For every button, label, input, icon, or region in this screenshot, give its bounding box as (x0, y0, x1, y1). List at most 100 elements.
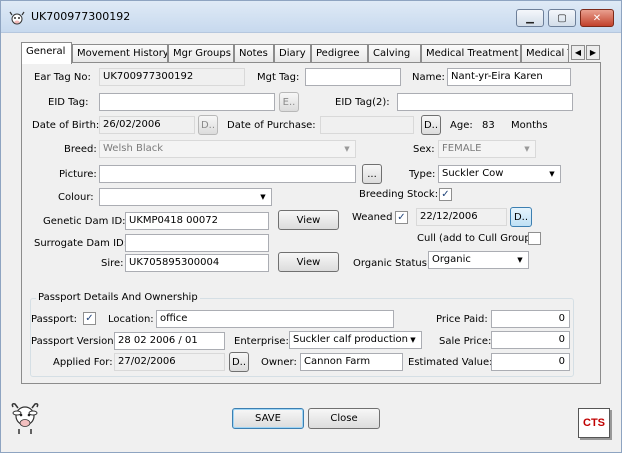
price-paid-input[interactable]: 0 (491, 310, 570, 328)
type-label: Type: (409, 169, 436, 180)
cts-logo: CTS (578, 408, 610, 438)
weaned-date-button[interactable]: D.. (510, 207, 532, 227)
chevron-down-icon: ▼ (549, 170, 555, 178)
close-window-button[interactable]: ✕ (580, 9, 614, 27)
chevron-down-icon: ▼ (344, 145, 350, 153)
enterprise-label: Enterprise: (234, 336, 289, 347)
tab-pedigree[interactable]: Pedigree (311, 44, 368, 63)
sex-label: Sex: (413, 144, 435, 155)
mgt-tag-input[interactable] (305, 68, 401, 86)
tab-notes[interactable]: Notes (234, 44, 274, 63)
window-title: UK700977300192 (31, 10, 131, 23)
sire-input[interactable]: UK705895300004 (125, 254, 269, 272)
colour-select[interactable]: ▼ (99, 188, 272, 206)
breed-select[interactable]: Welsh Black ▼ (99, 140, 356, 158)
ear-tag-label: Ear Tag No: (34, 72, 91, 83)
tab-calving[interactable]: Calving (368, 44, 421, 63)
chevron-down-icon: ▼ (517, 256, 523, 264)
minimize-icon: ▁ (526, 12, 534, 24)
general-panel: Ear Tag No: UK700977300192 Mgt Tag: Name… (21, 62, 601, 384)
applied-for-date-button[interactable]: D.. (229, 352, 249, 372)
weaned-label: Weaned (352, 212, 393, 223)
passport-checkbox[interactable]: ✓ (83, 312, 96, 325)
tab-general[interactable]: General (21, 42, 72, 64)
enterprise-select[interactable]: Suckler calf production ▼ (289, 331, 422, 349)
breed-value: Welsh Black (103, 143, 164, 154)
eid-read-button[interactable]: E.. (279, 92, 299, 112)
passport-version-label: Passport Version: (31, 336, 117, 347)
chevron-down-icon: ▼ (410, 336, 416, 344)
picture-label: Picture: (59, 169, 97, 180)
maximize-button[interactable]: ▢ (548, 9, 576, 27)
picture-browse-button[interactable]: ... (362, 164, 382, 184)
enterprise-value: Suckler calf production (293, 334, 408, 345)
sex-select[interactable]: FEMALE ▼ (438, 140, 536, 158)
organic-status-select[interactable]: Organic ▼ (428, 251, 529, 269)
arrow-left-icon: ◀ (574, 48, 582, 57)
chevron-down-icon: ▼ (524, 145, 530, 153)
type-value: Suckler Cow (442, 168, 504, 179)
title-bar[interactable]: UK700977300192 ▁ ▢ ✕ (1, 1, 621, 33)
passport-group-title: Passport Details And Ownership (36, 292, 200, 303)
save-button[interactable]: SAVE (232, 408, 304, 429)
genetic-dam-input[interactable]: UKMP0418 00072 (125, 212, 269, 230)
tab-diary[interactable]: Diary (274, 44, 311, 63)
close-button[interactable]: Close (308, 408, 380, 429)
age-unit: Months (511, 120, 548, 131)
weaned-date-field: 22/12/2006 (416, 208, 507, 226)
tab-strip: General Movement History Mgr Groups Note… (21, 42, 601, 64)
estimated-value-input[interactable]: 0 (491, 353, 570, 371)
picture-input[interactable] (99, 165, 356, 183)
cull-checkbox[interactable] (528, 232, 541, 245)
location-input[interactable]: office (156, 310, 394, 328)
breeding-stock-label: Breeding Stock: (359, 189, 439, 200)
minimize-button[interactable]: ▁ (516, 9, 544, 27)
passport-version-input[interactable]: 28 02 2006 / 01 (114, 332, 225, 350)
dob-field: 26/02/2006 (99, 116, 195, 134)
applied-for-label: Applied For: (53, 357, 113, 368)
tab-mgr-groups[interactable]: Mgr Groups (168, 44, 234, 63)
tab-movement-history[interactable]: Movement History (72, 44, 168, 63)
genetic-dam-view-button[interactable]: View (278, 210, 339, 230)
tab-medical-t[interactable]: Medical T (521, 44, 569, 63)
applied-for-field: 27/02/2006 (114, 353, 225, 371)
dob-label: Date of Birth: (32, 120, 100, 131)
breeding-stock-checkbox[interactable]: ✓ (439, 188, 452, 201)
eid-tag-input[interactable] (99, 93, 275, 111)
breed-label: Breed: (64, 144, 97, 155)
age-value: 83 (482, 120, 495, 131)
dop-label: Date of Purchase: (227, 120, 316, 131)
cow-app-icon (9, 11, 25, 25)
colour-label: Colour: (58, 192, 94, 203)
maximize-icon: ▢ (557, 12, 567, 24)
chevron-down-icon: ▼ (260, 193, 266, 201)
owner-input[interactable]: Cannon Farm (300, 353, 403, 371)
dob-date-button[interactable]: D.. (198, 115, 218, 135)
dop-field (320, 116, 414, 134)
eid-tag2-input[interactable] (397, 93, 573, 111)
ear-tag-field: UK700977300192 (99, 68, 245, 86)
cow-logo-icon (11, 403, 39, 434)
type-select[interactable]: Suckler Cow ▼ (438, 165, 561, 183)
cull-label: Cull (add to Cull Group) (417, 233, 535, 244)
eid-tag-label: EID Tag: (48, 97, 89, 108)
organic-status-value: Organic (432, 254, 471, 265)
mgt-tag-label: Mgt Tag: (257, 72, 300, 83)
surrogate-dam-input[interactable] (125, 234, 269, 252)
sex-value: FEMALE (442, 143, 482, 154)
organic-status-label: Organic Status: (353, 258, 431, 269)
location-label: Location: (108, 314, 154, 325)
sire-view-button[interactable]: View (278, 252, 339, 272)
tab-medical-treatment[interactable]: Medical Treatment (421, 44, 521, 63)
tab-scroll-right-button[interactable]: ▶ (586, 45, 600, 60)
arrow-right-icon: ▶ (589, 48, 597, 57)
sale-price-label: Sale Price: (439, 336, 492, 347)
tab-scroll-left-button[interactable]: ◀ (571, 45, 585, 60)
name-input[interactable]: Nant-yr-Eira Karen (447, 68, 571, 86)
passport-label: Passport: (31, 314, 77, 325)
sale-price-input[interactable]: 0 (491, 331, 570, 349)
sire-label: Sire: (101, 258, 124, 269)
dop-date-button[interactable]: D.. (421, 115, 441, 135)
record-window: UK700977300192 ▁ ▢ ✕ General Movement Hi… (0, 0, 622, 453)
weaned-checkbox[interactable]: ✓ (395, 211, 408, 224)
